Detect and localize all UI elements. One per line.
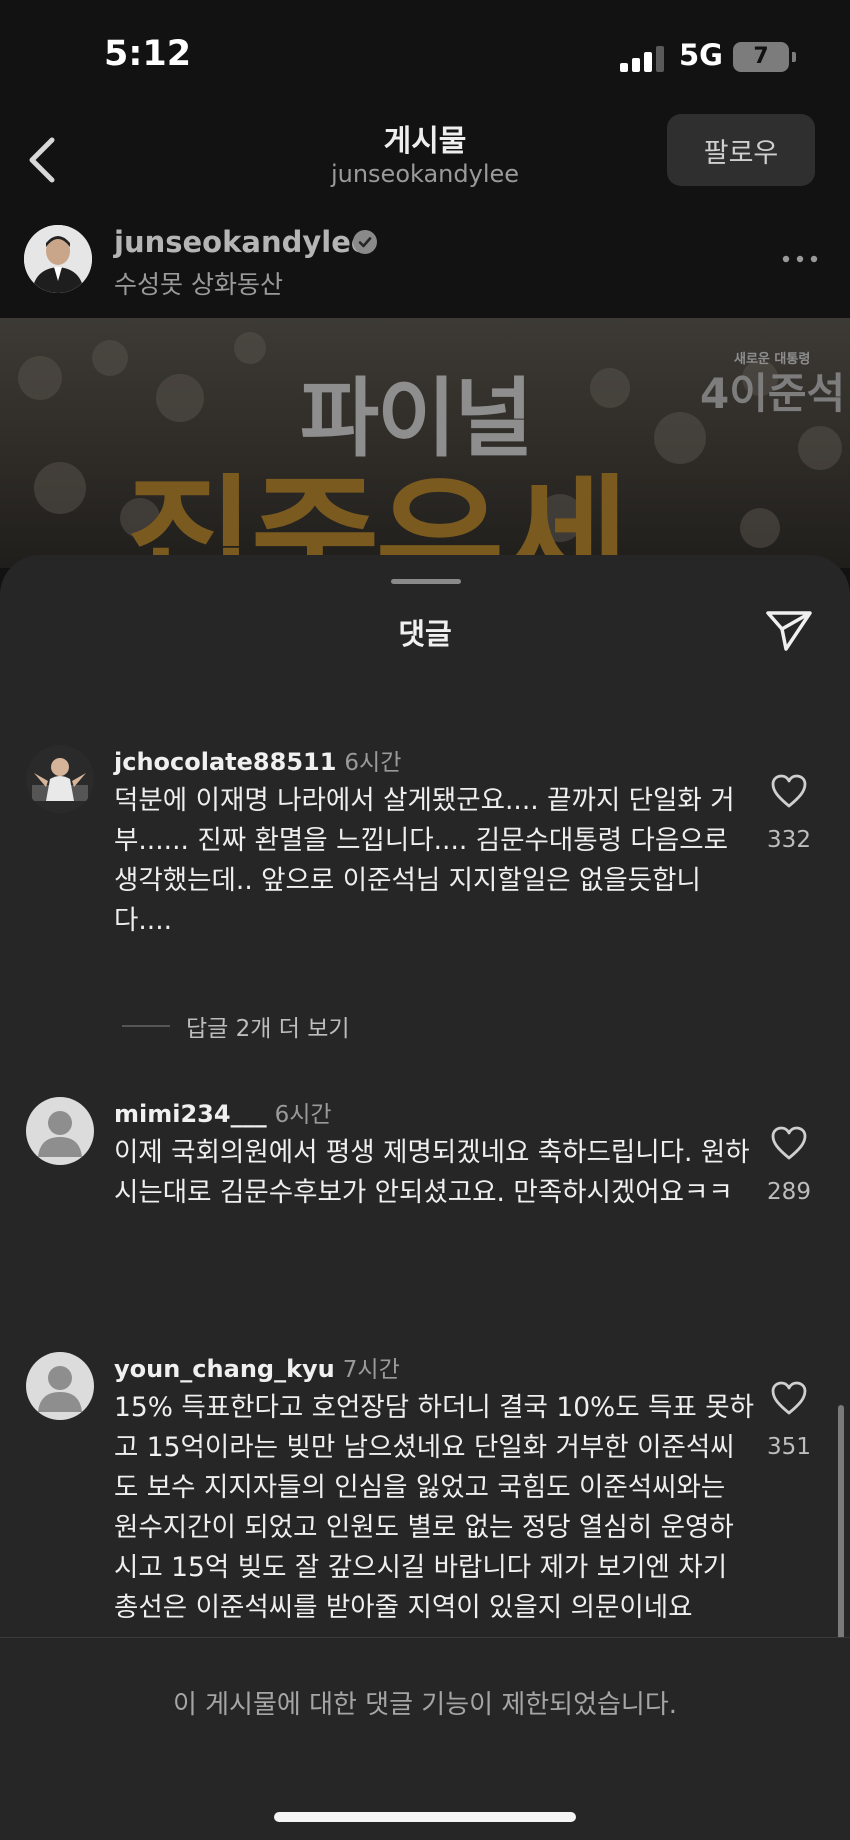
post-image[interactable]: 파이널 집중유세 새로운 대통령 4이준석 (0, 318, 850, 568)
home-indicator[interactable] (274, 1812, 576, 1822)
scrollbar[interactable] (838, 1405, 844, 1667)
comments-restricted-notice: 이 게시물에 대한 댓글 기능이 제한되었습니다. (172, 1690, 678, 1720)
heart-icon[interactable] (770, 773, 808, 809)
comment-time: 6시간 (274, 1102, 332, 1128)
comment-time: 7시간 (342, 1357, 400, 1383)
like-count: 289 (767, 1179, 811, 1205)
comment-username[interactable]: youn_chang_kyu 7시간 (114, 1350, 400, 1384)
share-send-icon[interactable] (764, 607, 814, 653)
more-options-icon[interactable] (780, 251, 820, 265)
post-location[interactable]: 수성못 상화동산 (114, 265, 283, 301)
author-name[interactable]: junseokandylee (114, 225, 371, 259)
comment-text: 15% 득표한다고 호언장담 하더니 결국 10%도 득표 못하고 15억이라는… (114, 1392, 754, 1623)
sheet-drag-handle[interactable] (391, 579, 461, 584)
comment-time: 6시간 (344, 750, 402, 776)
comment-username[interactable]: mimi234___ 6시간 (114, 1095, 332, 1129)
comment-avatar[interactable] (26, 1352, 94, 1420)
image-headline-2: 집중유세 (126, 462, 629, 568)
signal-icon (620, 44, 666, 72)
follow-button[interactable]: 팔로우 (667, 114, 815, 186)
comment-username-text[interactable]: youn_chang_kyu (114, 1355, 335, 1383)
comment-avatar[interactable] (26, 1097, 94, 1165)
battery-tip (792, 52, 796, 62)
verified-badge-icon (352, 229, 378, 255)
battery-icon: 7 (733, 42, 789, 72)
replies-divider (122, 1025, 170, 1027)
comment-text: 덕분에 이재명 나라에서 살게됐군요.... 끝까지 단일화 거부...... … (114, 785, 735, 936)
comment-avatar[interactable] (26, 745, 94, 813)
post-header: junseokandylee 수성못 상화동산 (0, 215, 850, 315)
network-type: 5G (679, 38, 723, 72)
comments-title: 댓글 (398, 617, 452, 651)
status-time: 5:12 (104, 34, 192, 74)
comments-footer: 이 게시물에 대한 댓글 기능이 제한되었습니다. (0, 1638, 850, 1840)
comment-username-text[interactable]: jchocolate88511 (114, 748, 336, 776)
image-badge-big: 4이준석 (700, 369, 846, 418)
heart-icon[interactable] (770, 1380, 808, 1416)
like-count: 351 (767, 1434, 811, 1460)
heart-icon[interactable] (770, 1125, 808, 1161)
top-nav: 게시물 junseokandylee 팔로우 (0, 110, 850, 210)
status-bar: 5:12 5G 7 (0, 0, 850, 110)
like-count: 332 (767, 827, 811, 853)
view-replies-label[interactable]: 답글 2개 더 보기 (186, 1009, 350, 1043)
comment-username-text[interactable]: mimi234___ (114, 1100, 267, 1128)
author-avatar[interactable] (24, 225, 92, 293)
comment-username[interactable]: jchocolate88511 6시간 (114, 743, 401, 777)
comment-text: 이제 국회의원에서 평생 제명되겠네요 축하드립니다. 원하시는대로 김문수후보… (114, 1137, 750, 1208)
